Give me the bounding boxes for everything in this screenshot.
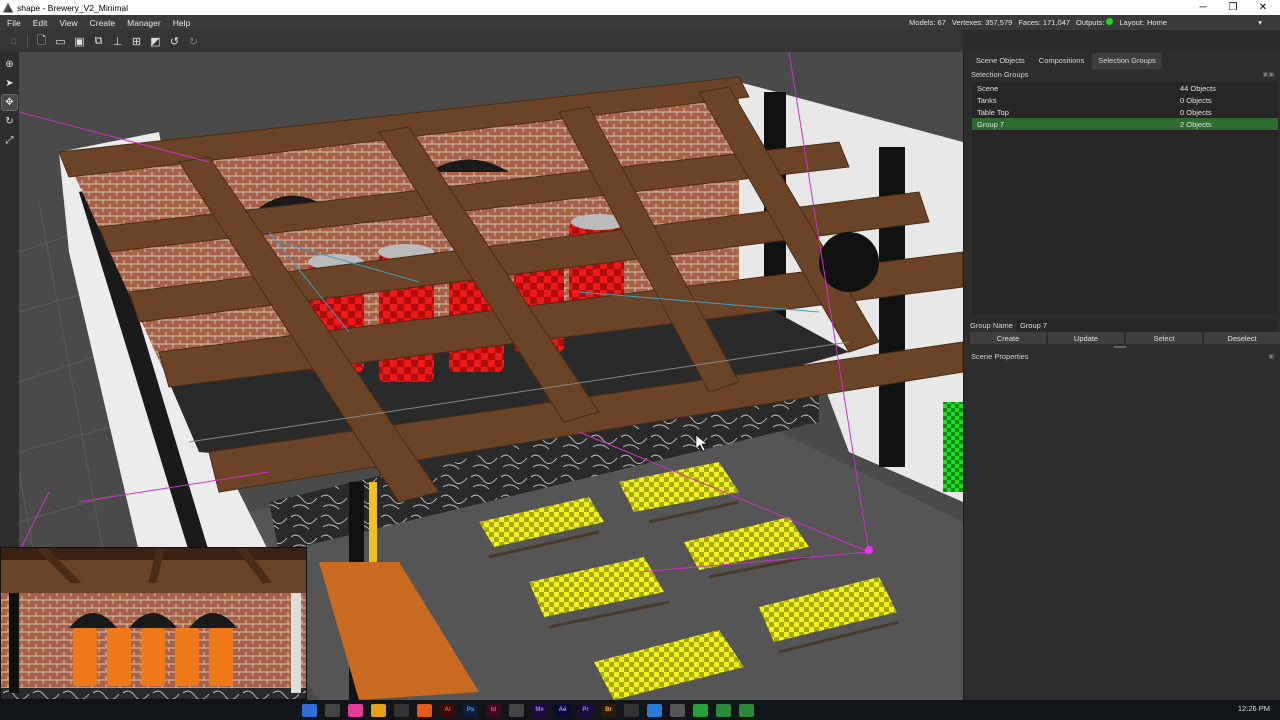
group-icon[interactable]: ⊞ — [129, 34, 144, 49]
selection-groups-title: Selection Groups — [971, 70, 1029, 79]
menu-manager[interactable]: Manager — [120, 18, 166, 28]
ungroup-icon[interactable]: ◩ — [148, 34, 163, 49]
dock-icon[interactable]: ▣▣ — [1263, 71, 1274, 78]
undo-icon[interactable]: ↺ — [167, 34, 182, 49]
after-effects-icon[interactable]: Ae — [555, 703, 570, 717]
menu-view[interactable]: View — [52, 18, 82, 28]
save-icon[interactable]: ▣ — [72, 34, 87, 49]
group-name-field[interactable]: Group 7 — [1016, 320, 1277, 331]
group-actions: Create Update Select Deselect — [970, 332, 1280, 344]
list-item[interactable]: Table Top 0 Objects — [972, 106, 1278, 118]
save-all-icon[interactable]: ⧉ — [91, 34, 106, 49]
obs-icon[interactable] — [624, 703, 639, 717]
selection-groups-list: Scene 44 Objects Tanks 0 Objects Table Top… — [972, 82, 1278, 314]
right-panel: Scene Objects Compositions Selection Gro… — [963, 52, 1280, 700]
select-button[interactable]: Select — [1126, 332, 1202, 344]
home-icon[interactable]: ⌂ — [6, 34, 21, 49]
chevron-down-icon: ▾ — [1258, 18, 1262, 27]
list-item-selected[interactable]: Group 72 Objects — [972, 118, 1278, 130]
shape-app-icon[interactable] — [670, 703, 685, 717]
camera-preview — [0, 547, 307, 700]
group-name-row: Group Name Group 7 — [970, 320, 1277, 331]
vlc-icon[interactable] — [371, 703, 386, 717]
app-icon[interactable] — [509, 703, 524, 717]
settings-icon[interactable] — [394, 703, 409, 717]
menu-create[interactable]: Create — [83, 18, 121, 28]
restore-button[interactable]: ❐ — [1217, 0, 1249, 15]
taskbar-apps: Ai Ps Id Me Ae Pr Br — [302, 700, 754, 720]
scene-stats: Models: 67 Vertexes: 357,579 Faces: 171,… — [909, 15, 1280, 30]
photos-icon[interactable] — [348, 703, 363, 717]
checkmark-app-icon[interactable] — [647, 703, 662, 717]
menu-help[interactable]: Help — [166, 18, 195, 28]
title-bar: shape - Brewery_V2_Minimal ─ ❐ ✕ — [0, 0, 1280, 15]
down-arrow-app-icon[interactable] — [739, 703, 754, 717]
indesign-icon[interactable]: Id — [486, 703, 501, 717]
panel-tabs: Scene Objects Compositions Selection Gro… — [970, 53, 1162, 69]
outputs-status-icon — [1106, 18, 1114, 25]
premiere-icon[interactable]: Pr — [578, 703, 593, 717]
move-icon[interactable]: ✥ — [1, 94, 18, 111]
panel-splitter[interactable] — [1114, 346, 1126, 348]
list-item[interactable]: Tanks 0 Objects — [972, 94, 1278, 106]
dock-icon[interactable]: ▣ — [1268, 353, 1274, 360]
scale-icon[interactable]: ⤢ — [2, 133, 17, 148]
taskbar: Ai Ps Id Me Ae Pr Br 12:26 PM — [0, 700, 1280, 720]
menu-edit[interactable]: Edit — [26, 18, 53, 28]
illustrator-icon[interactable]: Ai — [440, 703, 455, 717]
photoshop-icon[interactable]: Ps — [463, 703, 478, 717]
group-name-label: Group Name — [970, 321, 1013, 330]
layout-label: Layout: — [1119, 18, 1144, 27]
faces-count: Faces: 171,047 — [1018, 18, 1071, 27]
update-button[interactable]: Update — [1048, 332, 1124, 344]
clock: 12:26 PM — [1237, 704, 1270, 713]
vertexes-count: Vertexes: 357,579 — [951, 18, 1013, 27]
select-arrow-icon[interactable]: ➤ — [2, 76, 17, 91]
outputs-status: Outputs: — [1076, 18, 1114, 27]
new-file-icon[interactable]: 🗋 — [34, 34, 49, 49]
models-count: Models: 67 — [909, 18, 946, 27]
list-item[interactable]: Scene 44 Objects — [972, 82, 1278, 94]
minimize-button[interactable]: ─ — [1187, 0, 1219, 15]
layout-value: Home — [1147, 18, 1168, 27]
deselect-button[interactable]: Deselect — [1204, 332, 1280, 344]
layout-select[interactable]: Layout: Home ▾ — [1119, 18, 1262, 27]
spreadsheet-icon[interactable] — [693, 703, 708, 717]
scene-properties-title: Scene Properties — [971, 352, 1029, 361]
close-button[interactable]: ✕ — [1247, 0, 1279, 15]
rotate-icon[interactable]: ↻ — [2, 114, 17, 129]
main-toolbar: ⌂ 🗋 ▭ ▣ ⧉ ⊥ ⊞ ◩ ↺ ↻ — [0, 30, 963, 52]
bridge-icon[interactable]: Br — [601, 703, 616, 717]
tab-compositions[interactable]: Compositions — [1032, 53, 1091, 69]
create-button[interactable]: Create — [970, 332, 1046, 344]
store-icon[interactable] — [302, 703, 317, 717]
redo-icon[interactable]: ↻ — [186, 34, 201, 49]
app-logo-icon — [3, 2, 13, 13]
tab-scene-objects[interactable]: Scene Objects — [970, 53, 1031, 69]
git-icon[interactable] — [417, 703, 432, 717]
menu-file[interactable]: File — [0, 18, 26, 28]
media-encoder-icon[interactable]: Me — [532, 703, 547, 717]
hierarchy-icon[interactable]: ⊥ — [110, 34, 125, 49]
open-folder-icon[interactable]: ▭ — [53, 34, 68, 49]
tab-selection-groups[interactable]: Selection Groups — [1092, 53, 1162, 69]
calculator-icon[interactable] — [325, 703, 340, 717]
window-title: shape - Brewery_V2_Minimal — [17, 2, 129, 13]
globe-icon[interactable]: ⊕ — [2, 57, 17, 72]
up-arrow-app-icon[interactable] — [716, 703, 731, 717]
